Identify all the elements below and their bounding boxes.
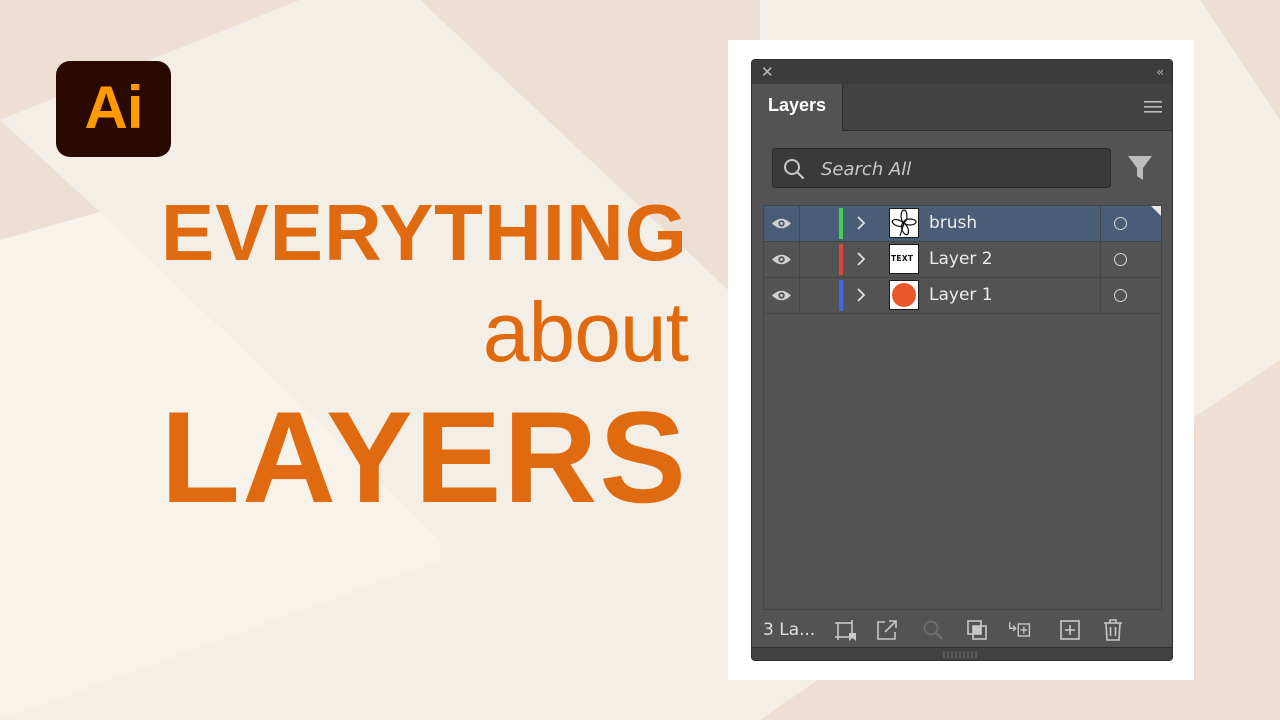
- layer-thumbnail-flower: [889, 208, 919, 238]
- target-cell[interactable]: [1100, 242, 1161, 277]
- layer-color-bar: [839, 244, 843, 275]
- new-sublayer-icon[interactable]: [1008, 618, 1032, 642]
- layer-row-layer-2[interactable]: TEXT Layer 2: [764, 242, 1161, 278]
- layer-row-brush[interactable]: brush: [764, 206, 1161, 242]
- close-icon[interactable]: ✕: [761, 63, 774, 81]
- chevron-right-icon[interactable]: [856, 216, 866, 230]
- visibility-cell[interactable]: [764, 242, 800, 277]
- collect-for-export-icon[interactable]: [834, 618, 858, 642]
- layers-list: brush TEXT Layer 2 Layer 1: [763, 205, 1162, 610]
- clipping-mask-icon[interactable]: [965, 618, 989, 642]
- tab-layers-label: Layers: [768, 95, 827, 115]
- headline-everything: EVERYTHING: [160, 188, 688, 277]
- tab-layers[interactable]: Layers: [752, 84, 843, 131]
- search-icon: [784, 159, 805, 180]
- panel-footer: 3 La...: [752, 610, 1172, 650]
- panel-titlebar: ✕ ‹‹: [752, 60, 1172, 84]
- layer-name[interactable]: Layer 1: [929, 285, 993, 305]
- thumbnail-text: TEXT: [891, 254, 914, 263]
- lock-cell[interactable]: [800, 206, 838, 241]
- locate-object-icon[interactable]: [921, 618, 945, 642]
- eye-icon[interactable]: [771, 289, 792, 302]
- layer-color-bar: [839, 208, 843, 239]
- eye-icon[interactable]: [771, 217, 792, 230]
- logo-text: Ai: [84, 73, 144, 141]
- lock-cell[interactable]: [800, 242, 838, 277]
- target-cell[interactable]: [1100, 206, 1161, 241]
- hamburger-menu-icon[interactable]: [1144, 100, 1162, 114]
- export-icon[interactable]: [875, 618, 899, 642]
- current-layer-indicator: [1151, 206, 1161, 216]
- search-field: [772, 148, 1111, 188]
- flower-sketch-icon: [891, 209, 917, 237]
- layer-row-layer-1[interactable]: Layer 1: [764, 278, 1161, 314]
- search-input[interactable]: [819, 155, 1103, 183]
- headline-about: about: [482, 285, 689, 379]
- layer-color-bar: [839, 280, 843, 311]
- chevron-right-icon[interactable]: [856, 252, 866, 266]
- target-circle-icon[interactable]: [1114, 289, 1127, 302]
- grip-lines-icon: [943, 651, 977, 658]
- lock-cell[interactable]: [800, 278, 838, 313]
- illustrator-logo: Ai: [56, 61, 171, 157]
- visibility-cell[interactable]: [764, 206, 800, 241]
- visibility-cell[interactable]: [764, 278, 800, 313]
- panel-tabbar: Layers: [752, 84, 1172, 131]
- layer-thumbnail-text: TEXT: [889, 244, 919, 274]
- layer-name[interactable]: Layer 2: [929, 249, 993, 269]
- layer-thumbnail-circle: [889, 280, 919, 310]
- target-circle-icon[interactable]: [1114, 253, 1127, 266]
- filter-icon[interactable]: [1127, 154, 1153, 182]
- headline-layers: LAYERS: [160, 384, 688, 530]
- target-circle-icon[interactable]: [1114, 217, 1127, 230]
- chevron-right-icon[interactable]: [856, 288, 866, 302]
- target-cell[interactable]: [1100, 278, 1161, 313]
- trash-icon[interactable]: [1101, 618, 1125, 642]
- layer-count-label: 3 La...: [763, 620, 816, 640]
- new-layer-icon[interactable]: [1058, 618, 1082, 642]
- eye-icon[interactable]: [771, 253, 792, 266]
- layer-name[interactable]: brush: [929, 213, 977, 233]
- orange-circle-icon: [892, 283, 916, 307]
- resize-grip[interactable]: [752, 647, 1172, 660]
- collapse-panel-icon[interactable]: ‹‹: [1156, 63, 1163, 81]
- layers-panel: ✕ ‹‹ Layers Search All brush TEXT Layer …: [751, 59, 1173, 661]
